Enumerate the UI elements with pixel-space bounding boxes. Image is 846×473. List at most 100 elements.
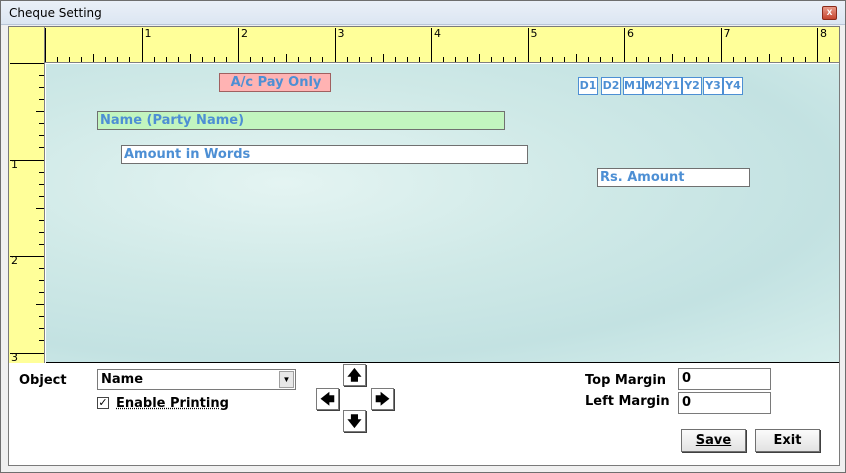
chevron-down-icon[interactable]: ▼ xyxy=(279,371,294,388)
ruler-tick xyxy=(406,57,408,62)
top-margin-input[interactable]: 0 xyxy=(678,368,771,390)
ruler-tick xyxy=(708,57,710,62)
ruler-tick xyxy=(515,57,517,62)
ruler-tick xyxy=(358,57,360,62)
ruler-tick xyxy=(298,57,300,62)
ruler-left-label: 1 xyxy=(11,157,18,171)
ruler-tick xyxy=(624,28,625,62)
ruler-tick xyxy=(39,340,44,342)
left-margin-input[interactable]: 0 xyxy=(678,392,771,414)
ruler-tick xyxy=(443,57,445,62)
exit-button-label: Exit xyxy=(773,433,802,448)
ruler-tick xyxy=(39,231,44,233)
ruler-tick xyxy=(10,63,44,64)
ruler-tick xyxy=(539,57,541,62)
date-box-y3[interactable]: Y3 xyxy=(703,77,723,95)
move-right-arrow-icon[interactable]: 🡆 xyxy=(371,388,394,410)
ruler-tick xyxy=(346,57,348,62)
date-box-y1[interactable]: Y1 xyxy=(662,77,682,95)
ruler-top-label: 6 xyxy=(627,27,634,40)
date-box-d2[interactable]: D2 xyxy=(601,77,621,95)
ruler-top-label: 4 xyxy=(434,27,441,40)
ruler-tick xyxy=(394,57,396,62)
ruler-tick xyxy=(817,28,818,62)
enable-printing-checkbox[interactable]: ✓ xyxy=(97,397,109,409)
ruler-tick xyxy=(39,280,44,282)
move-up-arrow-icon[interactable]: 🡅 xyxy=(343,364,366,386)
ruler-tick xyxy=(39,328,44,330)
ruler-tick xyxy=(756,57,758,62)
ruler-tick xyxy=(39,123,44,125)
ruler-tick xyxy=(81,57,83,62)
ruler-tick xyxy=(39,135,44,137)
ruler-tick xyxy=(768,54,770,62)
ruler-left-label: 3 xyxy=(11,350,18,364)
ruler-tick xyxy=(117,57,119,62)
object-select-value: Name xyxy=(101,372,144,387)
ruler-tick xyxy=(804,57,806,62)
ruler-tick xyxy=(39,183,44,185)
ruler-tick xyxy=(189,54,191,62)
ruler-tick xyxy=(467,57,469,62)
top-ruler: 1 2 3 4 5 6 7 8 xyxy=(9,27,839,63)
ruler-tick xyxy=(636,57,638,62)
ruler-tick xyxy=(370,57,372,62)
ruler-tick xyxy=(684,57,686,62)
date-box-y2[interactable]: Y2 xyxy=(682,77,702,95)
date-box-y4[interactable]: Y4 xyxy=(723,77,743,95)
ruler-tick xyxy=(732,57,734,62)
ruler-tick xyxy=(322,57,324,62)
ruler-tick xyxy=(225,57,227,62)
amount-in-words-field[interactable]: Amount in Words xyxy=(121,145,528,164)
ruler-tick xyxy=(57,57,59,62)
rs-amount-field[interactable]: Rs. Amount xyxy=(597,168,750,187)
move-left-arrow-icon[interactable]: 🡄 xyxy=(316,388,339,410)
ruler-tick xyxy=(829,57,831,62)
top-margin-label: Top Margin xyxy=(585,373,667,388)
client-area: 1 2 3 4 5 6 7 8 1 2 3 A/c Pay Only Name (Party Na… xyxy=(8,26,840,466)
ruler-tick xyxy=(39,268,44,270)
date-box-m2[interactable]: M2 xyxy=(643,77,663,95)
ruler-tick xyxy=(431,28,432,62)
ac-pay-only-field[interactable]: A/c Pay Only xyxy=(219,73,331,92)
ruler-tick xyxy=(39,171,44,173)
ruler-tick xyxy=(36,304,44,306)
ruler-top-label: 2 xyxy=(241,27,248,40)
enable-printing-label[interactable]: Enable Printing xyxy=(116,396,229,411)
ruler-tick xyxy=(177,57,179,62)
ruler-tick xyxy=(599,57,601,62)
ruler-tick xyxy=(141,28,143,62)
ruler-tick xyxy=(563,57,565,62)
ruler-tick xyxy=(780,57,782,62)
ruler-tick xyxy=(744,57,746,62)
save-button[interactable]: Save xyxy=(681,429,746,452)
ruler-tick xyxy=(418,57,420,62)
ruler-tick xyxy=(238,28,239,62)
object-select[interactable]: Name ▼ xyxy=(97,369,296,390)
ruler-tick xyxy=(39,316,44,318)
ruler-tick xyxy=(611,57,613,62)
close-button[interactable]: x xyxy=(822,6,837,20)
title-bar[interactable]: Cheque Setting x xyxy=(1,1,845,25)
ruler-top-label: 5 xyxy=(530,27,538,40)
date-box-d1[interactable]: D1 xyxy=(578,77,598,95)
ruler-tick xyxy=(696,57,698,62)
cheque-canvas: A/c Pay Only Name (Party Name) Amount in… xyxy=(46,64,839,363)
ruler-top-label: 7 xyxy=(723,27,731,40)
ruler-tick xyxy=(660,57,662,62)
ruler-tick xyxy=(527,28,529,62)
ruler-tick xyxy=(720,28,722,62)
ruler-top-label: 3 xyxy=(337,27,345,40)
ruler-tick xyxy=(455,57,457,62)
ruler-tick xyxy=(479,54,481,62)
exit-button[interactable]: Exit xyxy=(755,429,820,452)
object-label: Object xyxy=(19,373,67,388)
ruler-tick xyxy=(39,243,44,245)
date-box-m1[interactable]: M1 xyxy=(623,77,643,95)
ruler-left-label: 2 xyxy=(11,254,18,267)
ruler-tick xyxy=(382,54,384,62)
move-down-arrow-icon[interactable]: 🡇 xyxy=(343,410,366,432)
name-field[interactable]: Name (Party Name) xyxy=(97,111,505,130)
ruler-tick xyxy=(503,57,505,62)
ruler-tick xyxy=(39,99,44,101)
